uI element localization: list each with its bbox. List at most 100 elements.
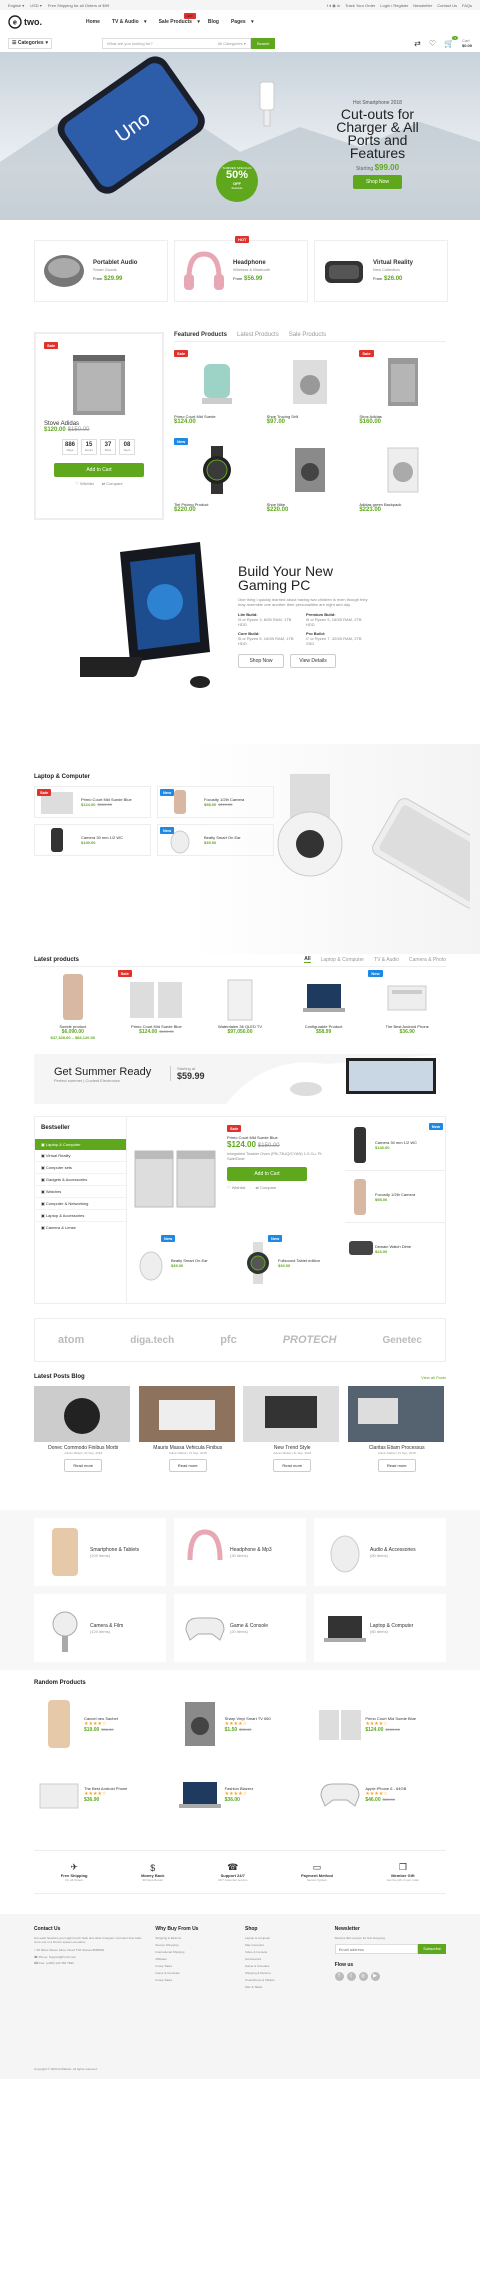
product-card[interactable]: Cancel neo Sachet ★★★★☆ $19.00 $56.00 <box>34 1694 165 1754</box>
compare-icon[interactable]: ⇄ <box>414 39 421 48</box>
product-card[interactable]: Focusity 1/2th Camera $98.00 <box>345 1171 445 1223</box>
category-card[interactable]: Headphone & Mp3 (30 items) <box>174 1518 306 1586</box>
footer-link[interactable]: Affiliates <box>155 1957 235 1961</box>
nav-tv-audio[interactable]: TV & Audio ▾ <box>108 19 147 25</box>
compare-button[interactable]: ⇄ Compare <box>255 1185 276 1190</box>
brand-logo[interactable]: atom <box>58 1334 84 1346</box>
read-more-button[interactable]: Read more <box>168 1459 207 1472</box>
blog-post[interactable]: Mauris Massa Vehicula Finibus Admin Mabel… <box>138 1386 238 1472</box>
footer-link[interactable]: Group Sales <box>155 1964 235 1968</box>
bestseller-cat[interactable]: ▣ Watches <box>35 1186 126 1198</box>
newsletter-link[interactable]: Newsletter <box>413 3 432 8</box>
tab-tv-audio[interactable]: TV & Audio <box>374 957 399 963</box>
deal-card[interactable]: Sale Stove Adidas $120.00 $150.00 886 Days… <box>34 332 164 520</box>
product-card[interactable]: Configurable Product $58.99 <box>285 970 363 1040</box>
product-card[interactable]: Waterdalen 36 QLED TV $97,050.00 <box>201 970 279 1040</box>
bestseller-cat[interactable]: ▣ Computer sets <box>35 1162 126 1174</box>
footer-link[interactable]: Game & Consoles <box>155 1971 235 1975</box>
footer-link[interactable]: Mac computer <box>245 1943 325 1947</box>
summer-banner[interactable]: Get Summer Ready Perfect summer | Cooles… <box>0 1050 480 1110</box>
bestseller-main[interactable]: Sale Primo Court Mid Suede Blue $124.00 $… <box>131 1123 341 1223</box>
nav-home[interactable]: Home <box>86 19 100 25</box>
promo-audio[interactable]: Portablet Audio Smart Goods From $29.99 <box>34 240 168 302</box>
track-order-link[interactable]: Track Your Order <box>345 3 375 8</box>
gaming-view-details-button[interactable]: View Details <box>290 654 336 668</box>
social-icons[interactable]: f ♦ ◉ in <box>327 3 340 8</box>
tab-all[interactable]: All <box>304 956 311 963</box>
faq-link[interactable]: FAQs <box>462 3 472 8</box>
brand-logo[interactable]: diga.tech <box>130 1335 174 1346</box>
product-card[interactable]: New The Best Android Phone $36.90 <box>368 970 446 1040</box>
nav-sale-products[interactable]: Sale Products ▾ HOT <box>155 13 200 25</box>
product-card[interactable]: Dewain Watch Dime $23.00 <box>345 1223 445 1275</box>
blog-post[interactable]: Donec Commodo Finibus Morbi Admin Mabel |… <box>34 1386 133 1472</box>
newsletter-email-input[interactable] <box>334 1944 419 1954</box>
product-card[interactable]: Camera 30 mm 1/2 WC $140.00 <box>34 824 151 856</box>
footer-link[interactable]: Shipping & Returns <box>245 1971 325 1975</box>
footer-link[interactable]: Game & Consoles <box>245 1964 325 1968</box>
brand-logo[interactable]: pfc <box>220 1334 237 1346</box>
read-more-button[interactable]: Read more <box>64 1459 103 1472</box>
product-card[interactable]: New Tiel Pricing Product $220.00 <box>174 438 261 520</box>
bestseller-cat[interactable]: ▣ Computer & Networking <box>35 1198 126 1210</box>
currency-select[interactable]: USD ▾ <box>30 3 42 8</box>
product-card[interactable]: Sale Primo Court Mid Suede $124.00 <box>174 350 261 432</box>
product-card[interactable]: New Focusity 1/2th Camera $98.00 $110.00 <box>157 786 274 818</box>
login-link[interactable]: Login / Register <box>380 3 408 8</box>
footer-link[interactable]: Video & Console <box>245 1950 325 1954</box>
search-button[interactable]: Search <box>250 37 276 49</box>
product-card[interactable]: The Best Android Phone ★★★★☆ $36.90 <box>34 1764 165 1824</box>
search-input[interactable]: What are you looking for? All Categories … <box>102 37 251 49</box>
view-all-posts-link[interactable]: View all Posts <box>421 1375 446 1380</box>
twitter-icon[interactable]: t <box>346 1972 356 1981</box>
product-card[interactable]: New Camera 30 mm 1/2 WC $140.00 <box>345 1119 445 1171</box>
wishlist-button[interactable]: ♡ Wishlist <box>75 481 93 486</box>
hero-shop-now-button[interactable]: Shop Now <box>352 175 403 189</box>
read-more-button[interactable]: Read more <box>377 1459 416 1472</box>
product-card[interactable]: New Beatly Smart On Ear $39.00 <box>131 1235 234 1291</box>
wishlist-button[interactable]: ♡ Wishlist <box>227 1185 245 1190</box>
youtube-icon[interactable]: ▶ <box>370 1972 380 1981</box>
promo-headphone[interactable]: Headphone Wireless & Bluetooth From $56.99… <box>174 236 308 302</box>
language-select[interactable]: English ▾ <box>8 3 24 8</box>
search-category-select[interactable]: All Categories ▾ <box>218 41 246 46</box>
read-more-button[interactable]: Read more <box>273 1459 312 1472</box>
facebook-icon[interactable]: f <box>334 1972 344 1981</box>
blog-post[interactable]: New Trend Style Admin Mabel | 31 Sep, 201… <box>243 1386 342 1472</box>
footer-link[interactable]: Laptop & computer <box>245 1936 325 1940</box>
nav-pages[interactable]: Pages ▾ <box>227 19 254 25</box>
product-card[interactable]: Primo Court Mid Suede Blue ★★★★☆ $124.00 $1… <box>315 1694 446 1754</box>
product-card[interactable]: Shoe Trucing Drill $97.00 <box>267 350 354 432</box>
nav-blog[interactable]: Blog <box>208 19 219 25</box>
product-card[interactable]: Apple iPhone 6 - 64GB ★★★★☆ $46.00 $55.00 <box>315 1764 446 1824</box>
product-card[interactable]: Sueide product $6,090.00 $47,328.00 – $66,… <box>34 970 112 1040</box>
wishlist-icon[interactable]: ♡ <box>429 39 436 48</box>
cart-icon[interactable]: 🛒 0 <box>444 35 458 48</box>
footer-link[interactable]: International Shipping <box>155 1950 235 1954</box>
footer-link[interactable]: Accessories <box>245 1957 325 1961</box>
tab-sale[interactable]: Sale Products <box>289 332 326 338</box>
tab-featured[interactable]: Featured Products <box>174 332 227 338</box>
category-card[interactable]: Audio & Accessories (50 items) <box>314 1518 446 1586</box>
contact-link[interactable]: Contact Us <box>437 3 457 8</box>
category-card[interactable]: Laptop & Computer (80 items) <box>314 1594 446 1662</box>
product-card[interactable]: Shoe Nike $220.00 <box>267 438 354 520</box>
product-card[interactable]: Sale Shoe Adidas $160.00 <box>359 350 446 432</box>
product-card[interactable]: Adidas green Backpack $223.00 <box>359 438 446 520</box>
product-card[interactable]: New Beatly Smart On Ear $39.00 <box>157 824 274 856</box>
brand-logo[interactable]: Genetec <box>382 1335 421 1346</box>
footer-link[interactable]: Group Sales <box>155 1978 235 1982</box>
compare-button[interactable]: ⇄ Compare <box>102 481 123 486</box>
footer-link[interactable]: Smartphone & Tablets <box>245 1978 325 1982</box>
product-card[interactable]: Sharp Vinyl Smart TV 650 ★★★★☆ $1.50 $35.00 <box>175 1694 306 1754</box>
brand-logo[interactable]: PROTECH <box>283 1334 337 1346</box>
instagram-icon[interactable]: ◎ <box>358 1972 368 1981</box>
product-card[interactable]: Sale Primo Court Mid Suede Blue $124.00 $15… <box>117 970 196 1040</box>
product-card[interactable]: New Fullsound Tablet edition $30.00 <box>238 1235 341 1291</box>
category-card[interactable]: Camera & Film (120 items) <box>34 1594 166 1662</box>
footer-link[interactable]: Mac & Tablet <box>245 1985 325 1989</box>
category-card[interactable]: Game & Console (20 items) <box>174 1594 306 1662</box>
footer-link[interactable]: Secure Shopping <box>155 1943 235 1947</box>
gaming-shop-now-button[interactable]: Shop Now <box>238 654 284 668</box>
promo-vr[interactable]: Virtual Reality New Collection From $26.00 <box>314 240 448 302</box>
